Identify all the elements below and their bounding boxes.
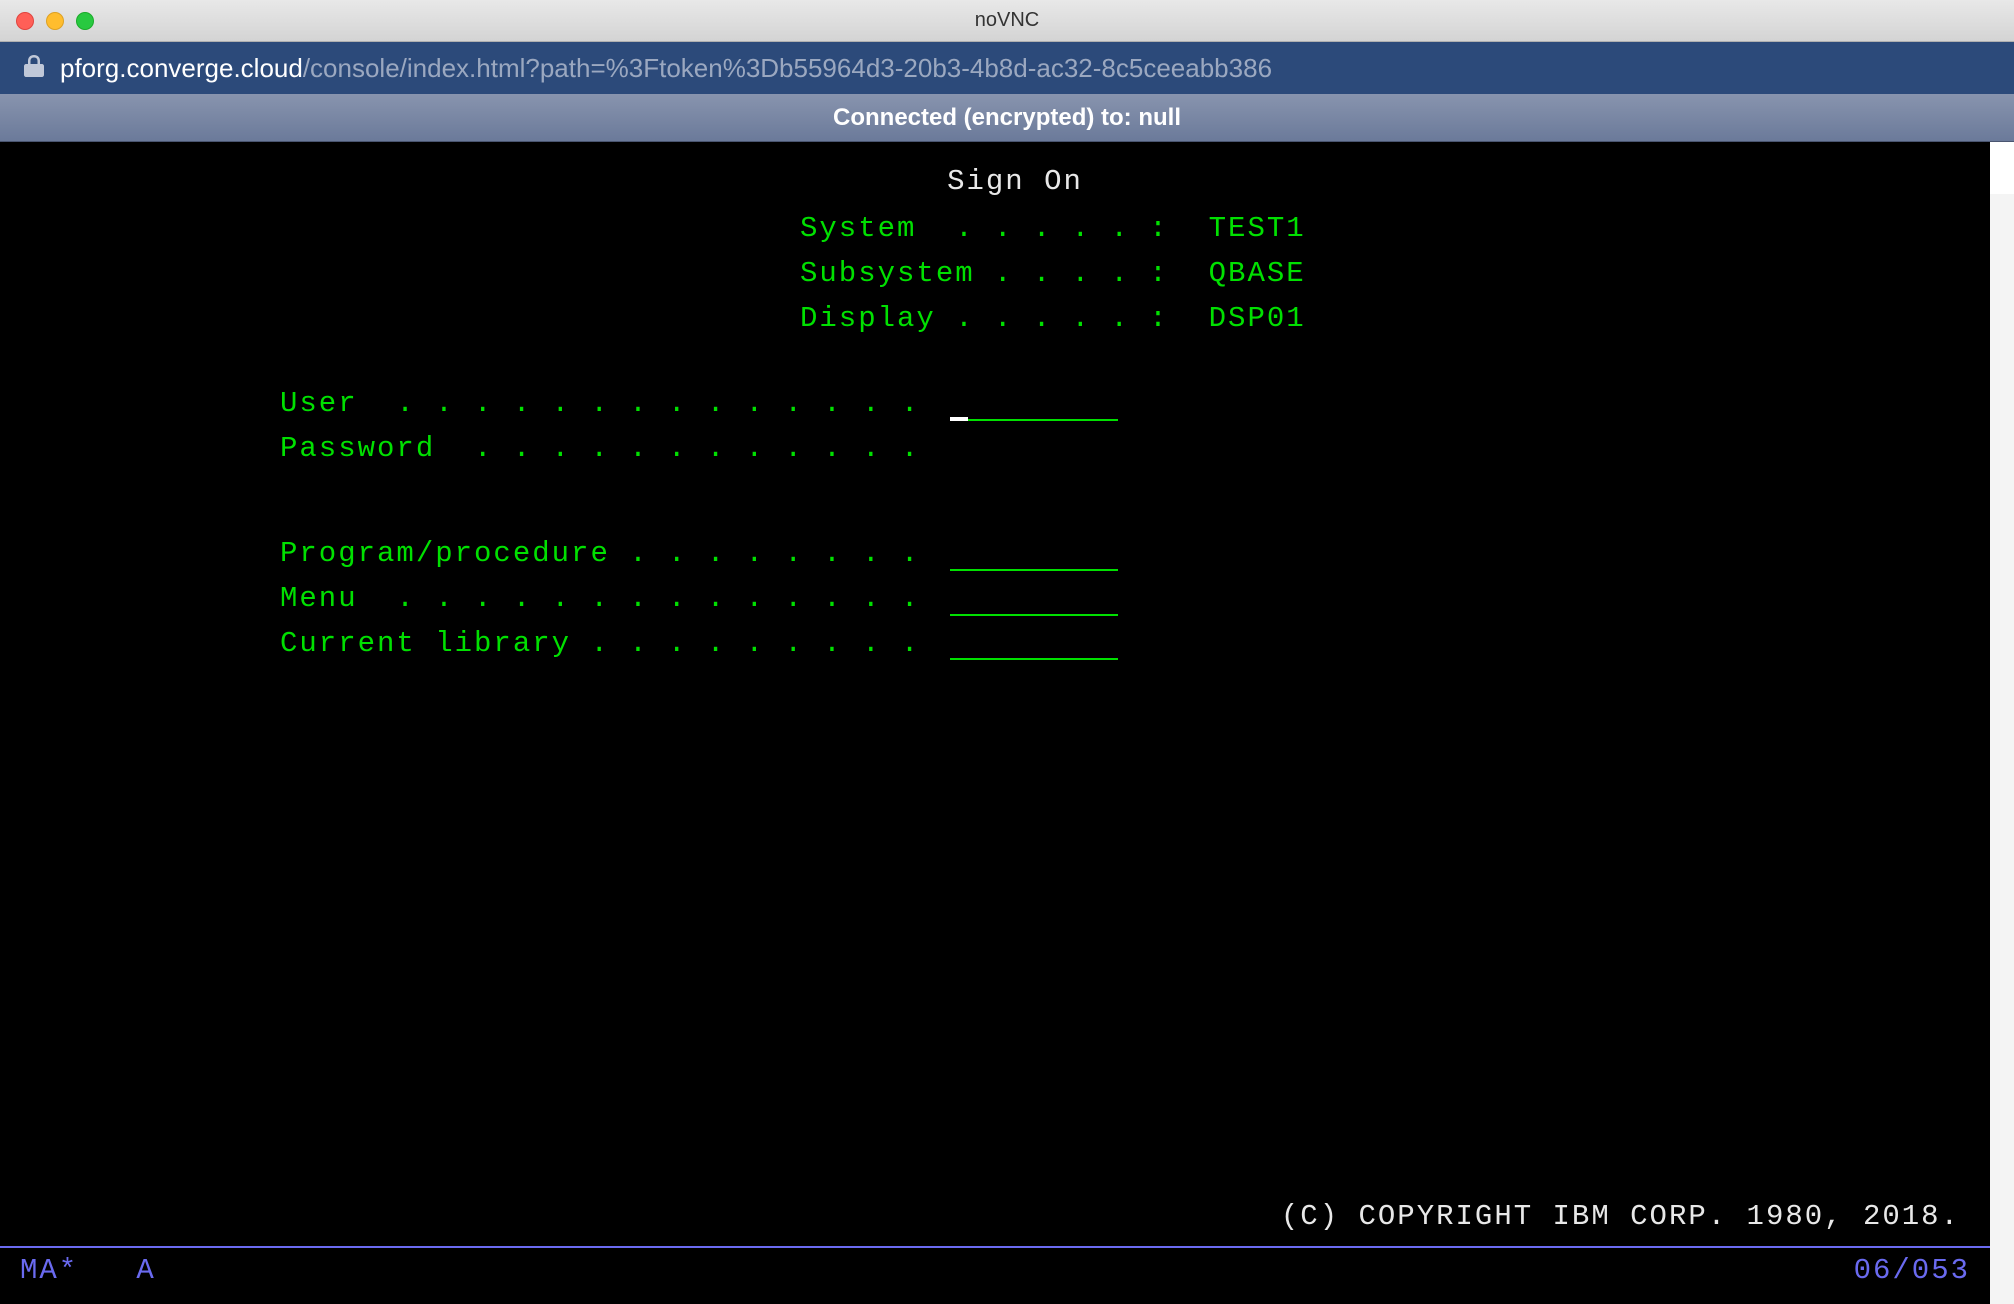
menu-input[interactable] <box>950 586 1118 616</box>
library-input[interactable] <box>950 630 1118 660</box>
field-row-password: Password . . . . . . . . . . . . <box>280 427 1970 472</box>
field-label: Menu . . . . . . . . . . . . . . <box>280 577 920 622</box>
field-label: Program/procedure . . . . . . . . <box>280 532 920 577</box>
sysinfo-label: Display . . . . . : <box>800 297 1169 342</box>
terminal-emulator[interactable]: Sign On System . . . . . : TEST1 Subsyst… <box>0 142 1990 1304</box>
sysinfo-label: System . . . . . : <box>800 207 1169 252</box>
sysinfo-label: Subsystem . . . . : <box>800 252 1169 297</box>
url-host: pforg.converge.cloud <box>60 53 303 83</box>
maximize-window-button[interactable] <box>76 12 94 30</box>
close-window-button[interactable] <box>16 12 34 30</box>
sysinfo-row-subsystem: Subsystem . . . . : QBASE <box>20 252 1970 297</box>
scrollbar[interactable] <box>1990 194 2014 1304</box>
sysinfo-row-display: Display . . . . . : DSP01 <box>20 297 1970 342</box>
terminal-screen: Sign On System . . . . . : TEST1 Subsyst… <box>0 142 1990 1304</box>
vnc-status-bar: Connected (encrypted) to: null <box>0 94 2014 142</box>
sysinfo-value: TEST1 <box>1209 207 1306 252</box>
field-row-library: Current library . . . . . . . . . <box>280 622 1970 667</box>
url-path: /console/index.html?path=%3Ftoken%3Db559… <box>303 53 1272 83</box>
status-divider <box>0 1246 1990 1248</box>
window-title: noVNC <box>16 9 1998 32</box>
minimize-window-button[interactable] <box>46 12 64 30</box>
sysinfo-value: DSP01 <box>1209 297 1306 342</box>
program-input[interactable] <box>950 541 1118 571</box>
password-input[interactable] <box>950 442 1118 472</box>
copyright-text: (C) COPYRIGHT IBM CORP. 1980, 2018. <box>1281 1195 1960 1240</box>
field-row-user: User . . . . . . . . . . . . . . <box>280 382 1970 427</box>
terminal-status-line: MA* A 06/053 <box>20 1249 1970 1294</box>
status-left: MA* A <box>20 1249 156 1294</box>
system-info-block: System . . . . . : TEST1 Subsystem . . .… <box>20 207 1970 342</box>
field-row-program: Program/procedure . . . . . . . . <box>280 532 1970 577</box>
field-label: Password . . . . . . . . . . . . <box>280 427 920 472</box>
user-input[interactable] <box>950 391 1118 421</box>
sysinfo-row-system: System . . . . . : TEST1 <box>20 207 1970 252</box>
field-label: Current library . . . . . . . . . <box>280 622 920 667</box>
vnc-status-text: Connected (encrypted) to: null <box>833 104 1181 132</box>
browser-window: noVNC pforg.converge.cloud/console/index… <box>0 0 2014 1304</box>
field-label: User . . . . . . . . . . . . . . <box>280 382 920 427</box>
lock-icon <box>24 54 44 83</box>
field-row-menu: Menu . . . . . . . . . . . . . . <box>280 577 1970 622</box>
sysinfo-value: QBASE <box>1209 252 1306 297</box>
content-area: Connected (encrypted) to: null Sign On S… <box>0 94 2014 1304</box>
credential-fields: User . . . . . . . . . . . . . . Passwor… <box>20 382 1970 472</box>
url-display: pforg.converge.cloud/console/index.html?… <box>60 53 1272 84</box>
traffic-lights <box>16 12 94 30</box>
status-right: 06/053 <box>1854 1249 1970 1294</box>
optional-fields: Program/procedure . . . . . . . . Menu .… <box>20 532 1970 667</box>
window-titlebar: noVNC <box>0 0 2014 42</box>
address-bar[interactable]: pforg.converge.cloud/console/index.html?… <box>0 42 2014 94</box>
terminal-title: Sign On <box>60 160 1970 205</box>
